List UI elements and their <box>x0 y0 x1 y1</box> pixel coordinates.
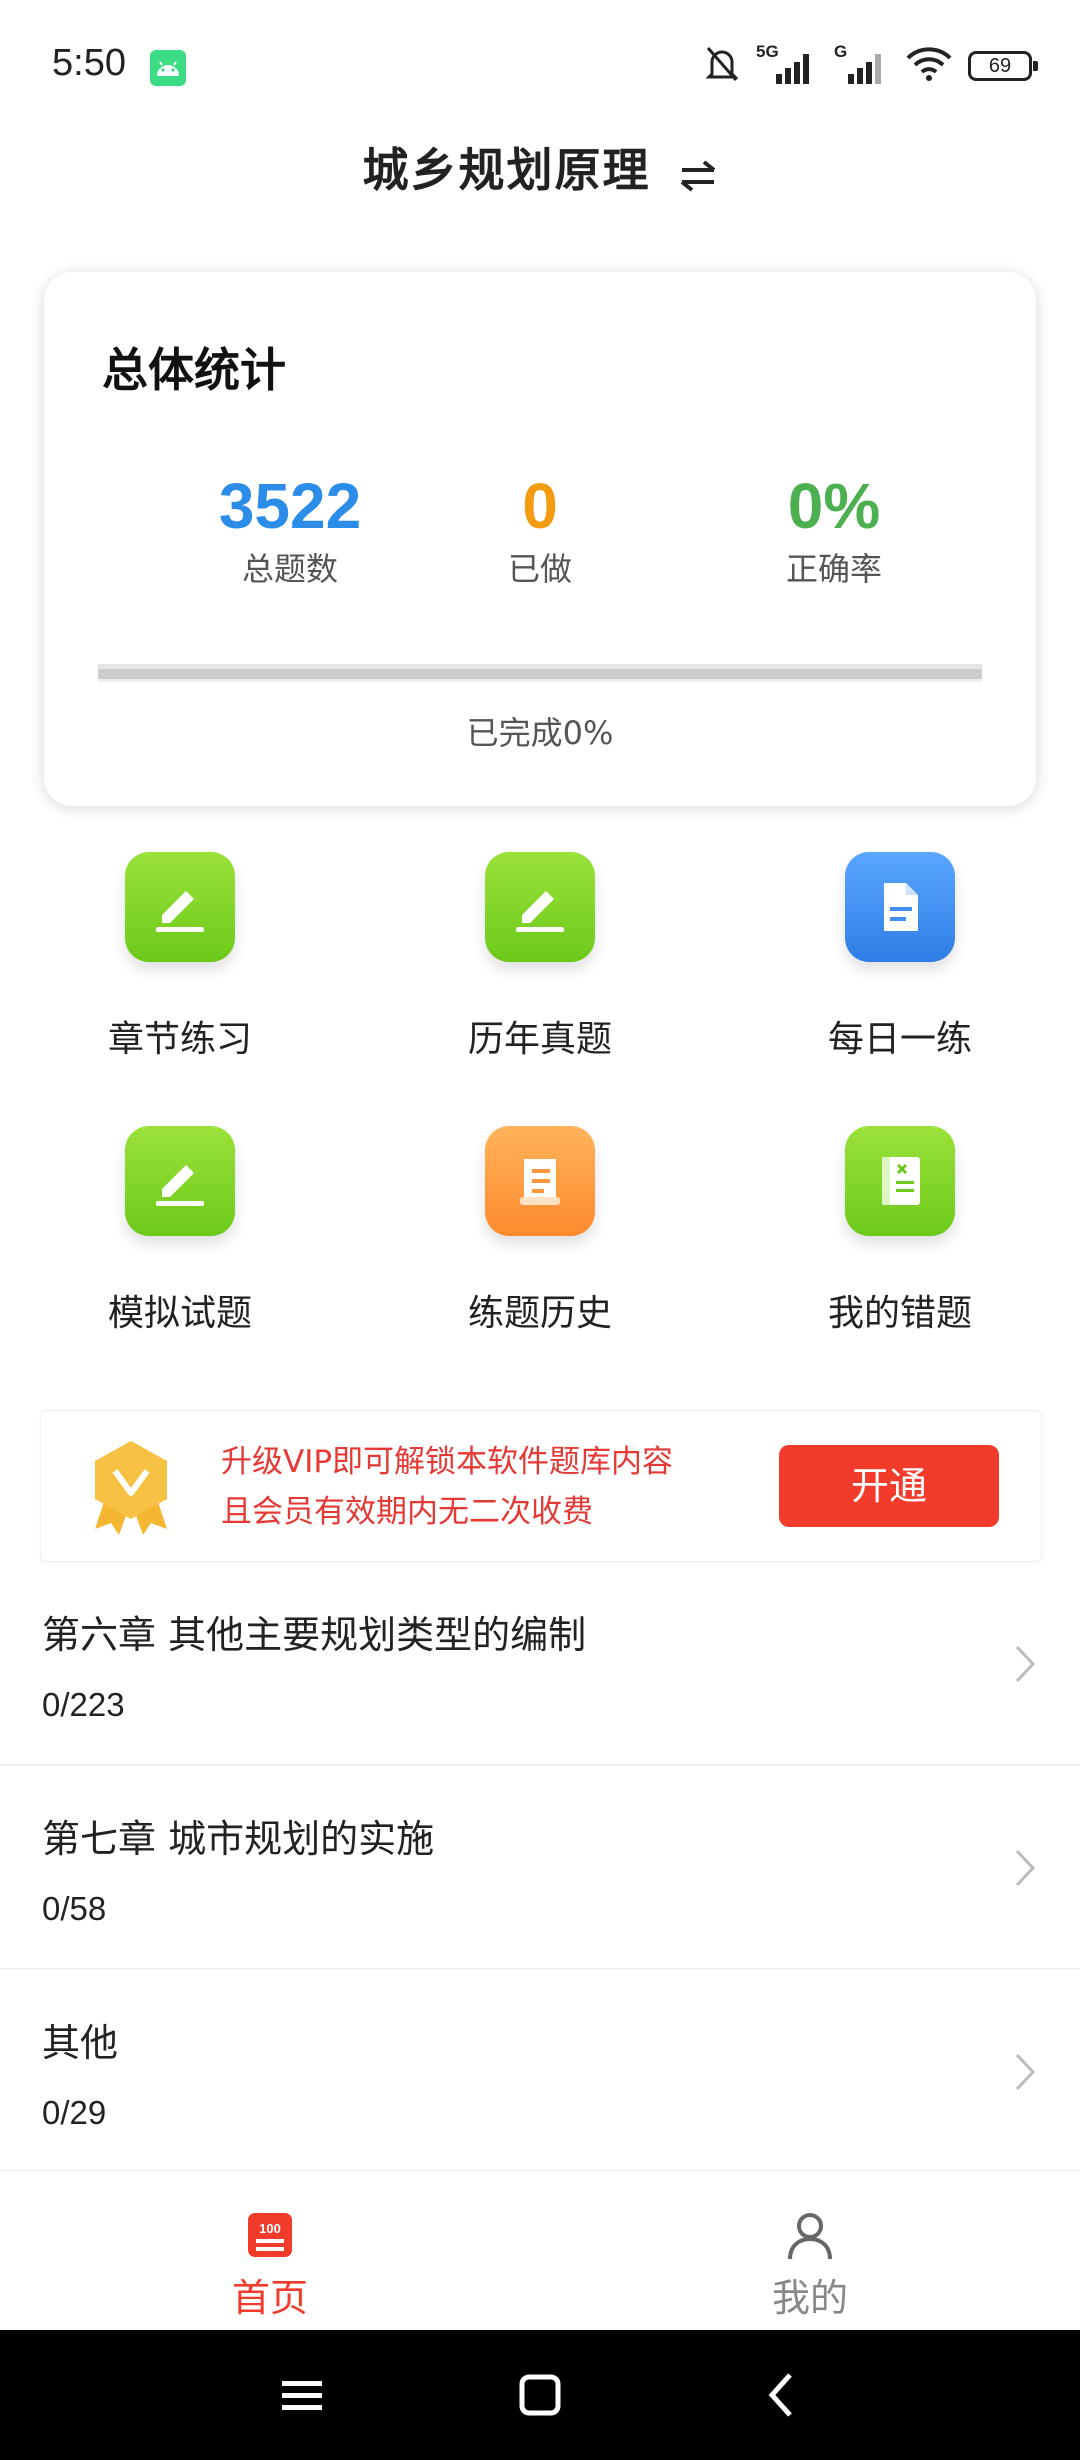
notebook-x-icon <box>845 1126 955 1236</box>
chapter-list: 第六章 其他主要规划类型的编制 0/223 第七章 城市规划的实施 0/58 其… <box>0 1562 1080 2174</box>
battery-indicator: 69 <box>968 51 1038 81</box>
pencil-icon <box>125 1126 235 1236</box>
vip-badge-icon <box>83 1437 179 1541</box>
stat-accuracy-label: 正确率 <box>785 550 882 588</box>
vip-line-2: 且会员有效期内无二次收费 <box>221 1494 593 1530</box>
chapter-progress-count: 0/29 <box>42 2094 107 2131</box>
menu-label: 模拟试题 <box>107 1293 252 1334</box>
stats-card: 总体统计 3522 总题数 0 已做 0% 正确率 已完成0% <box>44 272 1036 806</box>
status-bar: 5:50 5G G 69 <box>0 0 1080 130</box>
menu-chapter-practice[interactable]: 章节练习 <box>0 852 360 1062</box>
status-indicators: 5G G 69 <box>704 42 1038 88</box>
home-nav-icon[interactable] <box>518 2365 562 2429</box>
chapter-title: 第六章 其他主要规划类型的编制 <box>42 1613 587 1657</box>
menu-daily-practice[interactable]: 每日一练 <box>720 852 1080 1062</box>
status-time: 5:50 <box>52 42 126 84</box>
app-header: 城乡规划原理 <box>0 130 1080 210</box>
swap-arrows-icon[interactable] <box>678 159 718 196</box>
wifi-icon <box>906 46 952 86</box>
tab-mine-label: 我的 <box>771 2276 848 2320</box>
menu-label: 章节练习 <box>107 1019 252 1060</box>
scroll-icon <box>485 1126 595 1236</box>
completion-progress-bar <box>98 664 982 682</box>
signal-g-icon: G <box>834 42 890 86</box>
stats-title: 总体统计 <box>102 343 286 397</box>
back-nav-icon[interactable] <box>760 2365 804 2429</box>
home-100-icon: 100 <box>246 2211 294 2263</box>
svg-text:100: 100 <box>259 2221 281 2236</box>
tab-home[interactable]: 100 首页 <box>0 2171 540 2331</box>
stat-total-label: 总题数 <box>241 550 338 588</box>
tab-home-label: 首页 <box>231 2276 308 2320</box>
chevron-right-icon <box>1014 1644 1036 1688</box>
stat-accuracy-value: 0% <box>787 470 881 542</box>
stat-done-value: 0 <box>522 470 558 542</box>
menu-practice-history[interactable]: 练题历史 <box>360 1126 720 1336</box>
chapter-title: 其他 <box>42 2021 119 2065</box>
system-navigation-bar <box>0 2330 1080 2460</box>
bell-muted-icon <box>704 44 740 88</box>
chevron-right-icon <box>1014 2052 1036 2096</box>
menu-label: 我的错题 <box>827 1293 972 1334</box>
menu-past-exams[interactable]: 历年真题 <box>360 852 720 1062</box>
completion-text: 已完成0% <box>466 714 614 752</box>
menu-label: 历年真题 <box>467 1019 612 1060</box>
person-icon <box>786 2211 834 2265</box>
activate-vip-button[interactable]: 开通 <box>779 1445 999 1527</box>
chapter-progress-count: 0/58 <box>42 1890 107 1927</box>
menu-nav-icon[interactable] <box>280 2365 324 2429</box>
menu-label: 每日一练 <box>827 1019 972 1060</box>
signal-5g-icon: 5G <box>756 42 818 86</box>
chapter-title: 第七章 城市规划的实施 <box>42 1817 435 1861</box>
menu-wrong-questions[interactable]: 我的错题 <box>720 1126 1080 1336</box>
stat-accuracy: 0% 正确率 <box>704 470 964 590</box>
subject-title[interactable]: 城乡规划原理 <box>362 143 650 197</box>
chapter-item[interactable]: 第七章 城市规划的实施 0/58 <box>0 1766 1080 1970</box>
menu-label: 练题历史 <box>467 1293 612 1334</box>
stat-total: 3522 总题数 <box>160 470 420 590</box>
vip-message: 升级VIP即可解锁本软件题库内容 且会员有效期内无二次收费 <box>221 1437 673 1537</box>
stat-done: 0 已做 <box>410 470 670 590</box>
chapter-item[interactable]: 其他 0/29 <box>0 1970 1080 2174</box>
pencil-icon <box>485 852 595 962</box>
stat-done-label: 已做 <box>507 550 572 588</box>
bottom-tab-bar: 100 首页 我的 <box>0 2170 1080 2331</box>
tab-mine[interactable]: 我的 <box>540 2171 1080 2331</box>
stat-total-value: 3522 <box>218 470 362 542</box>
vip-banner: 升级VIP即可解锁本软件题库内容 且会员有效期内无二次收费 开通 <box>40 1410 1042 1562</box>
chapter-item[interactable]: 第六章 其他主要规划类型的编制 0/223 <box>0 1562 1080 1766</box>
pencil-icon <box>125 852 235 962</box>
chapter-progress-count: 0/223 <box>42 1686 125 1723</box>
android-app-icon <box>150 50 186 86</box>
menu-mock-exam[interactable]: 模拟试题 <box>0 1126 360 1336</box>
vip-line-1: 升级VIP即可解锁本软件题库内容 <box>221 1444 674 1480</box>
chevron-right-icon <box>1014 1848 1036 1892</box>
document-icon <box>845 852 955 962</box>
